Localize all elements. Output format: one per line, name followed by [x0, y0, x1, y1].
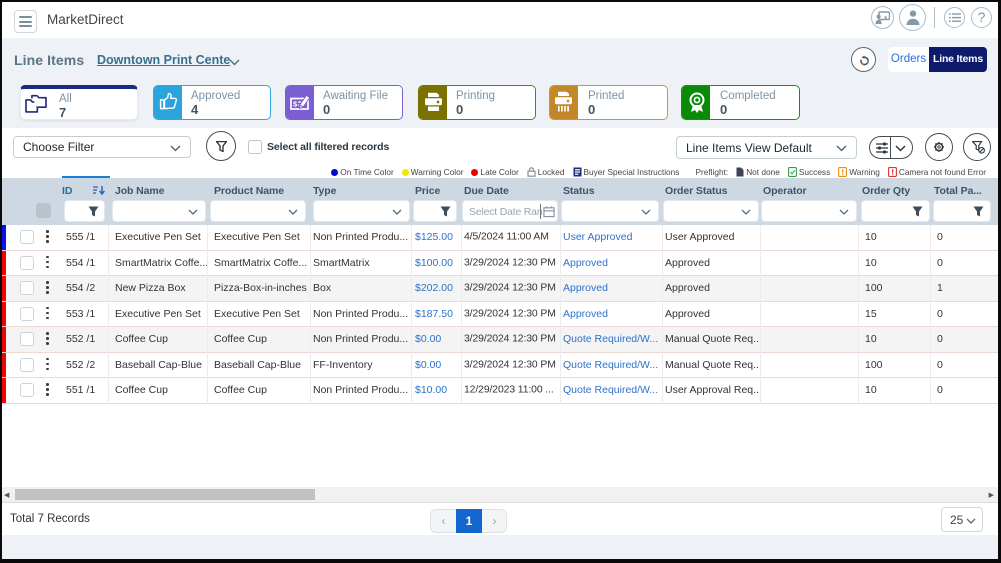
svg-text:$: $ [293, 100, 298, 109]
